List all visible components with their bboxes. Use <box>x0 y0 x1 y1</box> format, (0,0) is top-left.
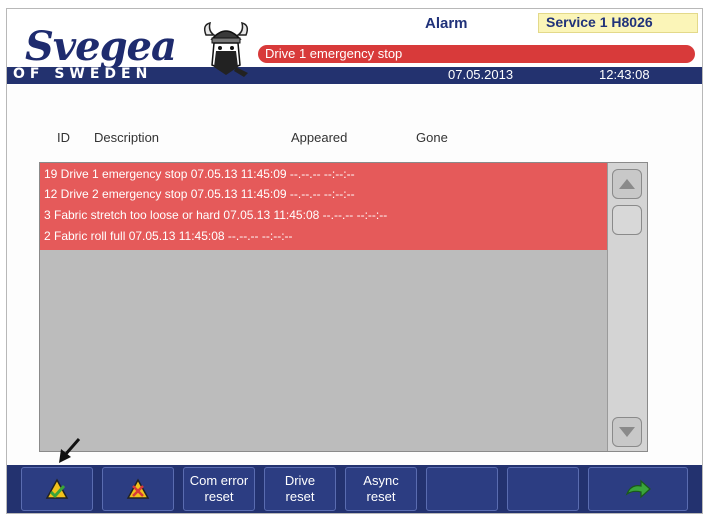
viking-mascot-icon <box>203 21 249 77</box>
scroll-thumb[interactable] <box>612 205 642 235</box>
arrow-down-icon <box>619 427 635 437</box>
next-screen-button[interactable] <box>588 467 688 511</box>
async-reset-label-2: reset <box>366 489 396 504</box>
alarm-rows: 19 Drive 1 emergency stop 07.05.13 11:45… <box>40 163 607 250</box>
alarm-row[interactable]: 2 Fabric roll full 07.05.13 11:45:08 --.… <box>44 229 293 243</box>
column-header-description: Description <box>94 130 160 145</box>
screen-title: Alarm <box>425 15 468 32</box>
scroll-down-button[interactable] <box>612 417 642 447</box>
arrow-up-icon <box>619 179 635 189</box>
column-header-gone: Gone <box>416 130 448 145</box>
column-header-id: ID <box>57 130 70 145</box>
empty-button-1[interactable] <box>426 467 498 511</box>
drive-reset-button[interactable]: Drive reset <box>264 467 336 511</box>
acknowledge-alarm-button[interactable] <box>21 467 93 511</box>
logo-text: Svegea <box>25 23 177 70</box>
time-display: 12:43:08 <box>599 67 650 82</box>
warning-list-icon <box>126 478 150 499</box>
alarm-row[interactable]: 12 Drive 2 emergency stop 07.05.13 11:45… <box>44 187 355 201</box>
header: Svegea OF SWEDEN Alarm Service 1 H8026 D… <box>7 9 702 85</box>
com-error-reset-button[interactable]: Com error reset <box>183 467 255 511</box>
alarm-row[interactable]: 3 Fabric stretch too loose or hard 07.05… <box>44 208 387 222</box>
column-header-appeared: Appeared <box>291 130 348 145</box>
alarm-screen: Svegea OF SWEDEN Alarm Service 1 H8026 D… <box>6 8 703 514</box>
alarm-history-button[interactable] <box>102 467 174 511</box>
empty-button-2[interactable] <box>507 467 579 511</box>
scroll-up-button[interactable] <box>612 169 642 199</box>
logo-subtitle: OF SWEDEN <box>13 66 153 82</box>
next-arrow-icon <box>625 479 651 499</box>
com-error-reset-label-1: Com error <box>189 473 249 488</box>
bottom-toolbar: Com error reset Drive reset Async reset <box>7 465 702 513</box>
scrollbar[interactable] <box>607 163 647 451</box>
async-reset-button[interactable]: Async reset <box>345 467 417 511</box>
alarm-row[interactable]: 19 Drive 1 emergency stop 07.05.13 11:45… <box>44 167 355 181</box>
active-alarm-text: Drive 1 emergency stop <box>265 46 403 61</box>
async-reset-label-1: Async <box>363 473 399 488</box>
alarm-list[interactable]: 19 Drive 1 emergency stop 07.05.13 11:45… <box>39 162 648 452</box>
service-label: Service 1 H8026 <box>546 14 653 30</box>
drive-reset-label-1: Drive <box>284 473 316 488</box>
drive-reset-label-2: reset <box>285 489 315 504</box>
pointer-arrow-icon <box>59 438 81 463</box>
warning-acknowledge-icon <box>45 478 69 499</box>
date-display: 07.05.2013 <box>448 67 514 82</box>
com-error-reset-label-2: reset <box>204 489 234 504</box>
